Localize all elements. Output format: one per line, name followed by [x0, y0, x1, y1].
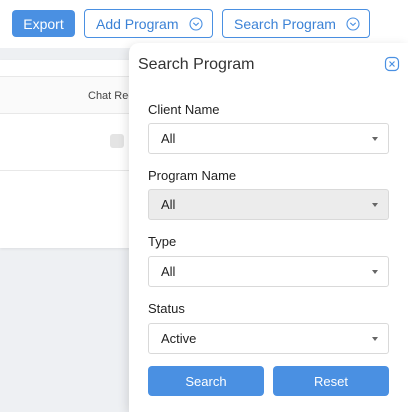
client-name-label: Client Name — [148, 102, 220, 117]
search-program-button[interactable]: Search Program — [222, 9, 370, 38]
type-value: All — [161, 264, 176, 279]
toolbar: Export Add Program Search Program — [0, 0, 408, 48]
row-divider — [0, 170, 150, 171]
row-checkbox[interactable] — [110, 134, 124, 148]
search-program-panel: Search Program Client Name All Program N… — [129, 43, 408, 412]
add-program-button[interactable]: Add Program — [84, 9, 213, 38]
type-label: Type — [148, 234, 177, 249]
column-header-chat[interactable]: Chat Rec — [88, 90, 134, 102]
search-button[interactable]: Search — [148, 366, 264, 396]
close-icon[interactable] — [384, 56, 400, 72]
program-name-value: All — [161, 197, 176, 212]
export-button[interactable]: Export — [12, 10, 75, 37]
caret-down-icon — [372, 337, 378, 341]
caret-down-icon — [372, 137, 378, 141]
client-name-select[interactable]: All — [148, 123, 389, 154]
caret-down-icon — [372, 203, 378, 207]
reset-button[interactable]: Reset — [273, 366, 389, 396]
status-select[interactable]: Active — [148, 323, 389, 354]
caret-down-icon — [372, 270, 378, 274]
client-name-value: All — [161, 131, 176, 146]
panel-title: Search Program — [138, 56, 255, 73]
program-name-select[interactable]: All — [148, 189, 389, 220]
chevron-down-circle-icon — [189, 17, 203, 31]
search-program-label: Search Program — [234, 15, 336, 32]
program-table-card: Chat Rec — [0, 60, 150, 248]
table-header: Chat Rec — [0, 76, 150, 114]
status-value: Active — [161, 331, 197, 346]
type-select[interactable]: All — [148, 256, 389, 287]
program-name-label: Program Name — [148, 168, 237, 183]
chevron-down-circle-icon — [346, 17, 360, 31]
status-label: Status — [148, 301, 185, 316]
add-program-label: Add Program — [96, 15, 179, 32]
